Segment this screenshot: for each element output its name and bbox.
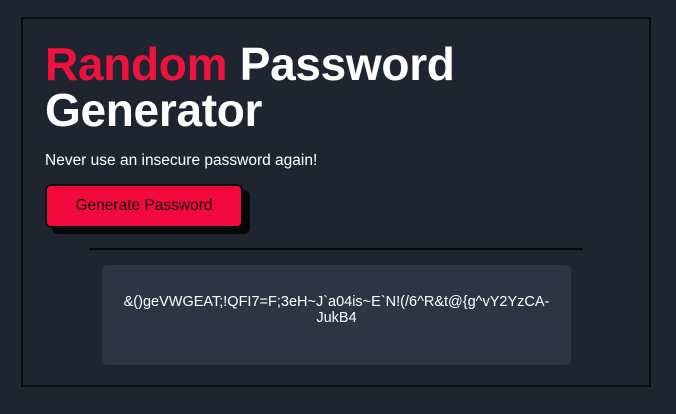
title-word-generator: Generator: [45, 84, 263, 136]
generate-password-button[interactable]: Generate Password: [45, 184, 243, 228]
divider: [89, 248, 583, 250]
generated-password-text[interactable]: &()geVWGEAT;!QFI7=F;3eH~J`a04is~E`N!(/6^…: [122, 294, 552, 326]
title-word-password: Password: [239, 38, 455, 90]
password-output-panel: &()geVWGEAT;!QFI7=F;3eH~J`a04is~E`N!(/6^…: [102, 265, 571, 365]
page-title: Random Password Generator: [45, 41, 455, 133]
title-accent: Random: [45, 38, 228, 90]
subtitle: Never use an insecure password again!: [45, 152, 318, 169]
app-card: Random Password Generator Never use an in…: [21, 17, 651, 387]
generate-button-wrapper: Generate Password: [45, 184, 243, 228]
